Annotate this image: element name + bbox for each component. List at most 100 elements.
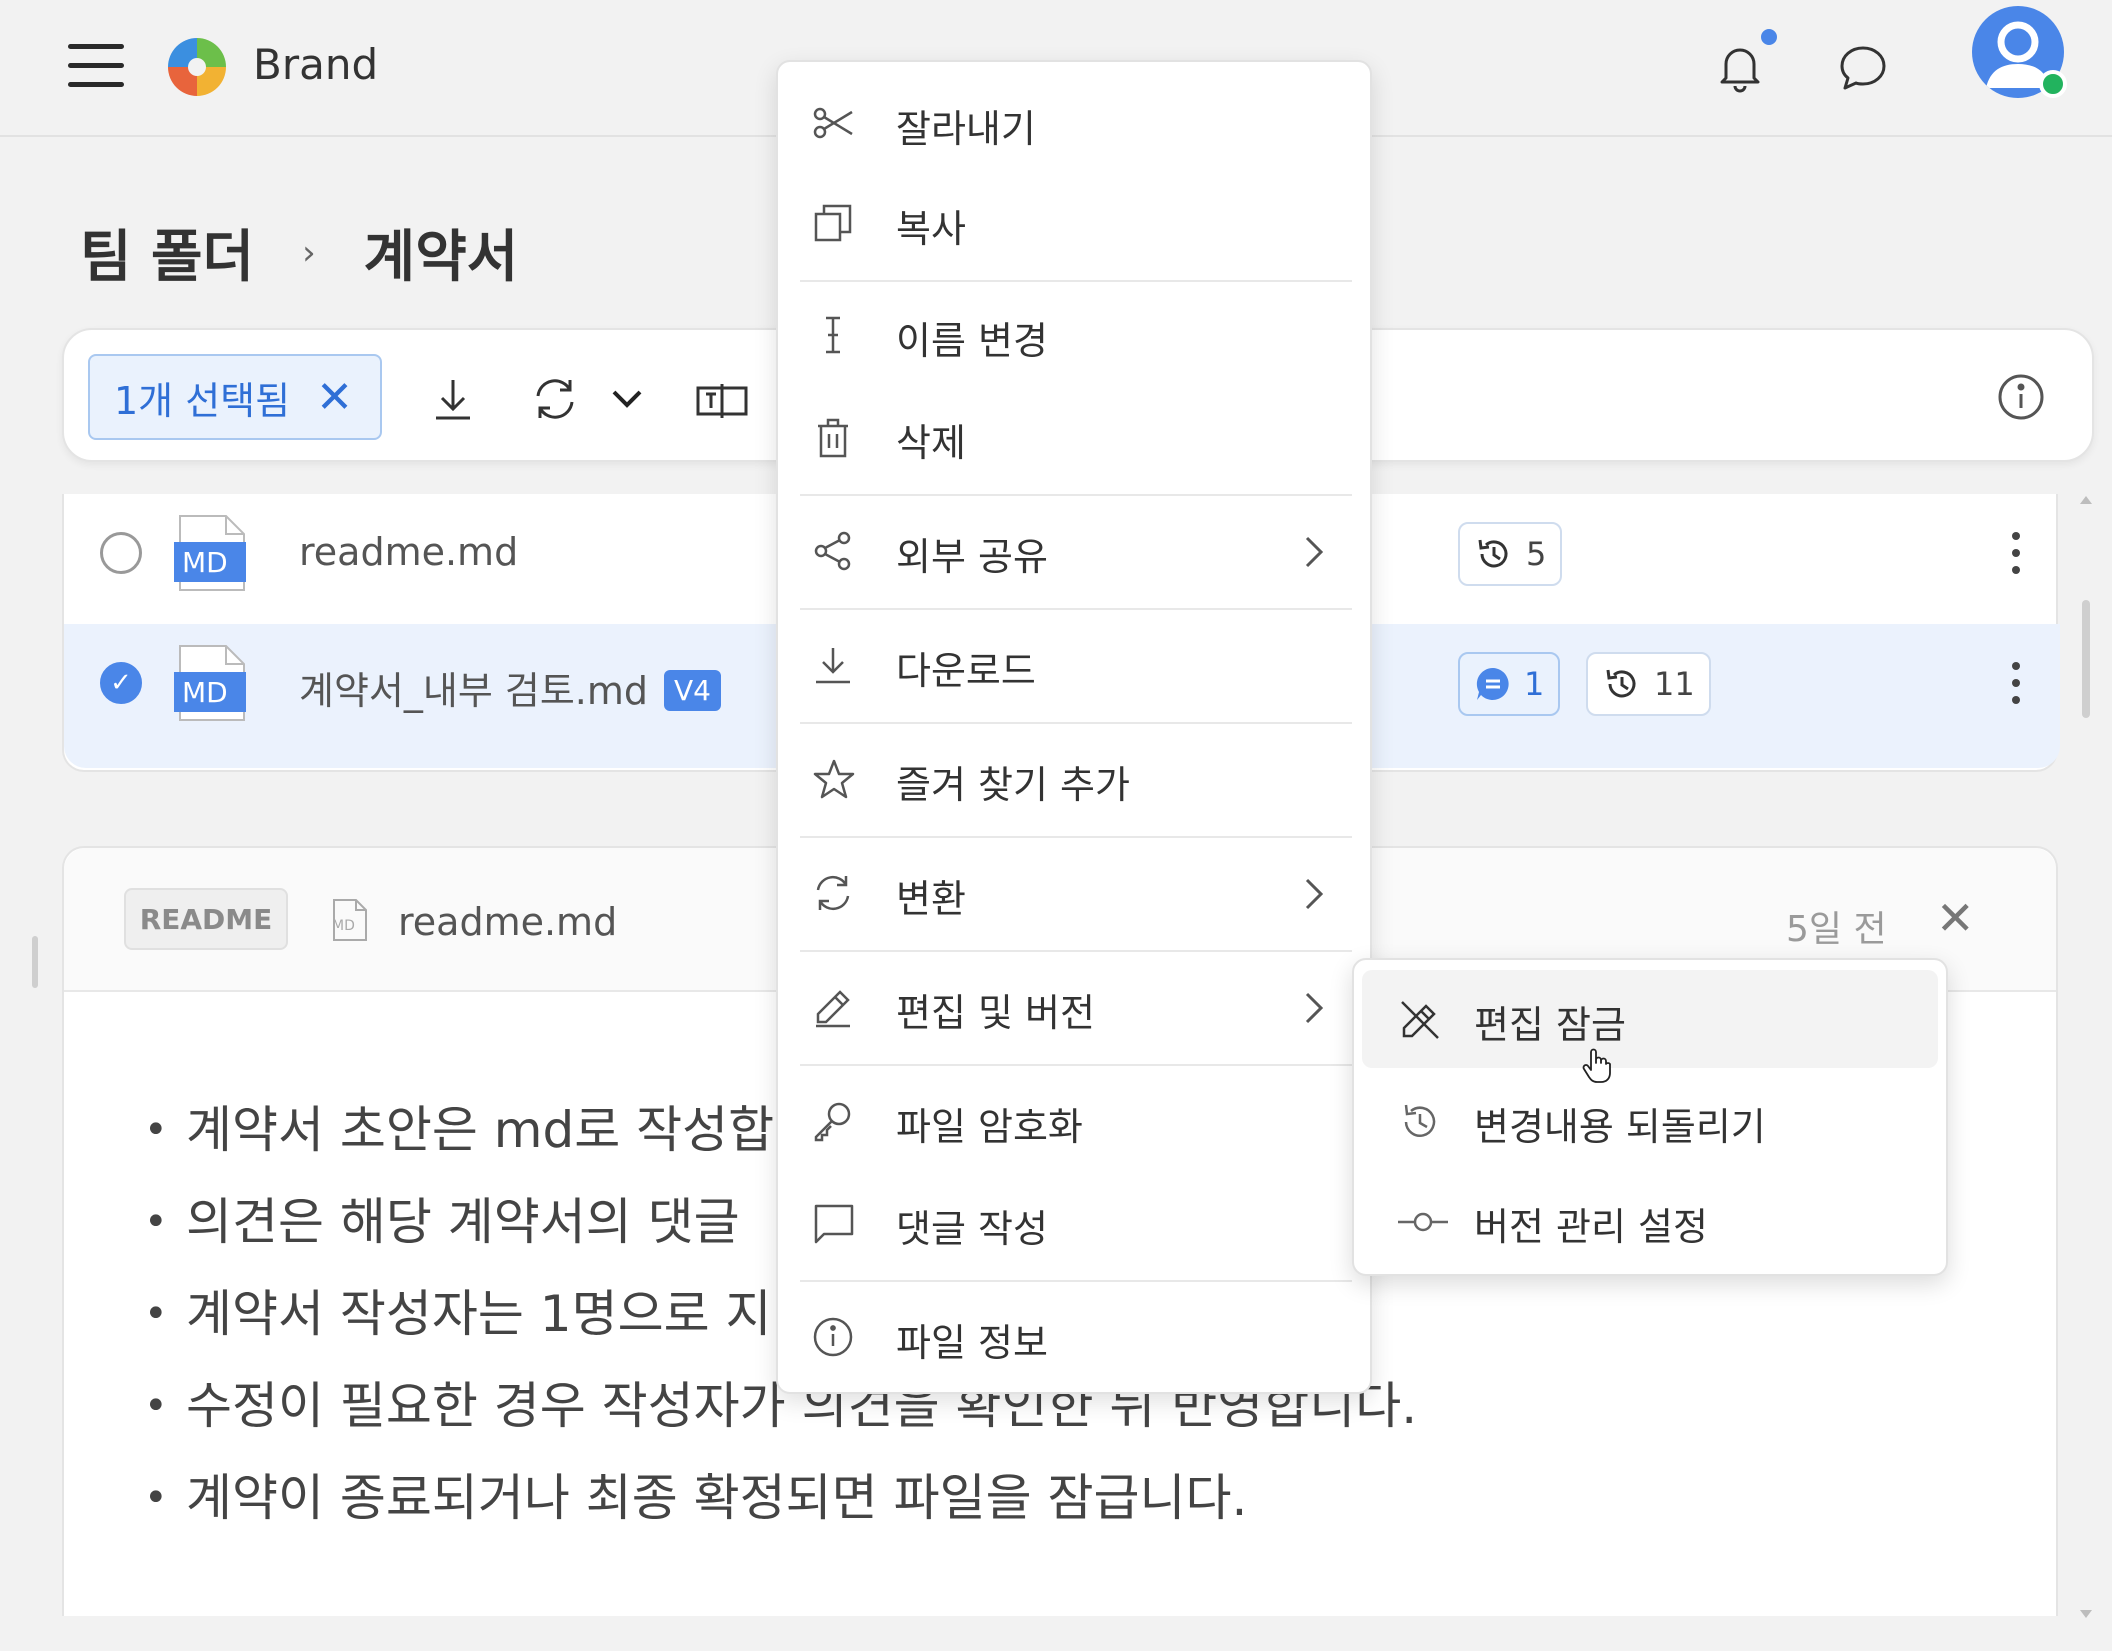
close-icon[interactable]: ✕ xyxy=(1936,895,1975,941)
vertical-scrollbar[interactable] xyxy=(2082,600,2090,718)
breadcrumb-current: 계약서 xyxy=(363,225,519,290)
markdown-file-icon: MD xyxy=(170,512,250,594)
hand-pointer-cursor-icon xyxy=(1582,1048,1612,1084)
version-count: 11 xyxy=(1654,665,1695,703)
side-resize-handle[interactable] xyxy=(32,936,38,988)
readme-timestamp: 5일 전 xyxy=(1786,909,1887,950)
file-type-label: MD xyxy=(182,546,228,579)
menu-divider xyxy=(800,1064,1352,1066)
menu-item-label: 다운로드 xyxy=(896,649,1036,693)
text-cursor-icon xyxy=(812,314,854,356)
history-icon xyxy=(1398,1100,1442,1144)
markdown-file-icon: MD xyxy=(170,642,250,724)
menu-item-label: 잘라내기 xyxy=(896,107,1036,151)
scroll-down-arrow[interactable] xyxy=(2080,1610,2092,1618)
readme-tag: README xyxy=(124,888,288,950)
comment-bubble-icon xyxy=(1476,667,1509,700)
file-name-text[interactable]: 계약서_내부 검토.md xyxy=(299,669,648,713)
menu-item-label: 편집 및 버전 xyxy=(896,991,1095,1035)
info-icon xyxy=(812,1316,854,1358)
submenu-item-label: 변경내용 되돌리기 xyxy=(1474,1105,1766,1149)
menu-item-label: 파일 암호화 xyxy=(896,1105,1083,1149)
row-select-radio[interactable] xyxy=(100,532,142,574)
menu-divider xyxy=(800,608,1352,610)
rename-field-icon[interactable] xyxy=(692,374,748,424)
chat-bubble-icon[interactable] xyxy=(1837,42,1889,94)
info-icon[interactable] xyxy=(1996,372,2046,422)
readme-line: 계약이 종료되거나 최종 확정되면 파일을 잠급니다. xyxy=(144,1452,1417,1544)
commit-icon xyxy=(1398,1200,1448,1244)
menu-item-label: 이름 변경 xyxy=(896,319,1048,363)
menu-item-delete[interactable]: 삭제 xyxy=(778,386,1374,486)
breadcrumb-separator: › xyxy=(302,232,316,273)
convert-icon xyxy=(812,872,854,914)
version-count: 5 xyxy=(1526,535,1547,573)
download-icon[interactable] xyxy=(428,374,478,424)
notification-bell-icon[interactable] xyxy=(1712,38,1768,94)
row-more-icon[interactable] xyxy=(2010,662,2022,712)
online-status-dot xyxy=(2039,70,2067,98)
menu-item-rename[interactable]: 이름 변경 xyxy=(778,284,1374,384)
menu-item-label: 파일 정보 xyxy=(896,1321,1048,1365)
submenu-item-version-settings[interactable]: 버전 관리 설정 xyxy=(1362,1172,1938,1270)
menu-divider xyxy=(800,722,1352,724)
menu-item-label: 즐겨 찾기 추가 xyxy=(896,763,1130,807)
menu-divider xyxy=(800,836,1352,838)
version-badge: V4 xyxy=(664,670,721,711)
menu-divider xyxy=(800,1280,1352,1282)
brand-logo-icon[interactable] xyxy=(166,36,228,98)
chevron-right-icon xyxy=(1302,988,1326,1028)
menu-item-convert[interactable]: 변환 xyxy=(778,842,1374,942)
menu-item-copy[interactable]: 복사 xyxy=(778,172,1374,272)
menu-item-cut[interactable]: 잘라내기 xyxy=(778,72,1374,172)
menu-item-label: 삭제 xyxy=(896,421,966,465)
menu-item-download[interactable]: 다운로드 xyxy=(778,614,1374,714)
file-type-label: MD xyxy=(182,676,228,709)
key-icon xyxy=(812,1100,854,1142)
submenu-item-label: 편집 잠금 xyxy=(1474,1003,1626,1047)
menu-item-label: 댓글 작성 xyxy=(896,1207,1048,1251)
comment-count: 1 xyxy=(1524,665,1545,703)
download-icon xyxy=(812,644,854,686)
menu-item-comment[interactable]: 댓글 작성 xyxy=(778,1172,1374,1272)
row-select-checked[interactable]: ✓ xyxy=(100,662,142,704)
menu-item-label: 외부 공유 xyxy=(896,535,1048,579)
menu-item-encrypt[interactable]: 파일 암호화 xyxy=(778,1070,1374,1170)
version-count-pill[interactable]: 11 xyxy=(1586,652,1711,716)
version-count-pill[interactable]: 5 xyxy=(1458,522,1563,586)
notification-dot xyxy=(1758,26,1780,48)
menu-item-add-favorite[interactable]: 즐겨 찾기 추가 xyxy=(778,728,1374,828)
edit-version-submenu: 편집 잠금 변경내용 되돌리기 버전 관리 설정 xyxy=(1352,958,1948,1276)
file-name[interactable]: 계약서_내부 검토.md V4 xyxy=(299,660,721,715)
menu-item-edit-version[interactable]: 편집 및 버전 xyxy=(778,956,1374,1056)
trash-icon xyxy=(812,416,854,458)
chevron-down-icon[interactable] xyxy=(602,374,652,424)
file-type-label: MD xyxy=(332,918,355,934)
submenu-item-label: 버전 관리 설정 xyxy=(1474,1205,1708,1249)
submenu-item-edit-lock[interactable]: 편집 잠금 xyxy=(1362,970,1938,1068)
copy-icon xyxy=(812,202,854,244)
scroll-up-arrow[interactable] xyxy=(2080,496,2092,504)
selection-count-label: 1개 선택됨 xyxy=(114,378,291,423)
scissors-icon xyxy=(812,102,854,144)
menu-item-external-share[interactable]: 외부 공유 xyxy=(778,500,1374,600)
chevron-right-icon xyxy=(1302,874,1326,914)
breadcrumb-parent[interactable]: 팀 폴더 xyxy=(80,212,254,293)
brand-name[interactable]: Brand xyxy=(253,40,378,89)
menu-divider xyxy=(800,494,1352,496)
clear-selection-icon[interactable]: ✕ xyxy=(316,372,353,423)
row-more-icon[interactable] xyxy=(2010,532,2022,582)
menu-item-file-info[interactable]: 파일 정보 xyxy=(778,1286,1374,1386)
convert-icon[interactable] xyxy=(530,374,580,424)
history-icon xyxy=(1606,669,1636,698)
file-name[interactable]: readme.md xyxy=(299,530,518,574)
menu-divider xyxy=(800,950,1352,952)
star-icon xyxy=(812,758,855,800)
submenu-item-revert-changes[interactable]: 변경내용 되돌리기 xyxy=(1362,1072,1938,1170)
menu-item-label: 복사 xyxy=(896,207,966,251)
comment-count-pill[interactable]: 1 xyxy=(1458,652,1561,716)
hamburger-menu-icon[interactable] xyxy=(68,44,124,88)
readme-file-name[interactable]: readme.md xyxy=(398,900,617,944)
edit-lock-icon xyxy=(1398,998,1442,1042)
context-menu: 잘라내기 복사 이름 변경 삭제 외부 공유 다운로드 즐겨 찾기 추가 변환 … xyxy=(776,60,1372,1394)
